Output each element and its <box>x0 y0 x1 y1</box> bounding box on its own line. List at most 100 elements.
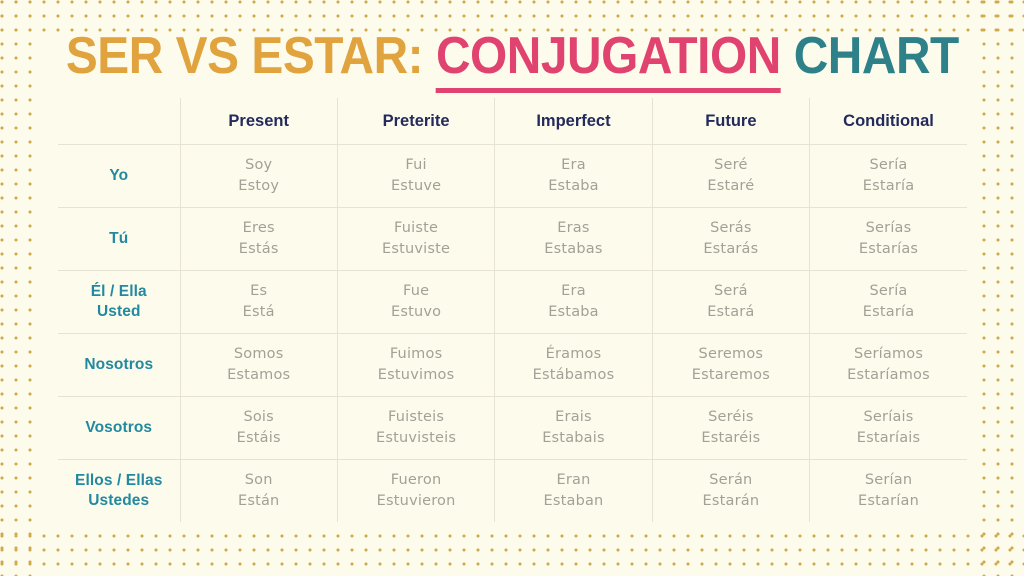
conjugation-table: Present Preterite Imperfect Future Condi… <box>58 98 967 522</box>
conjugation-cell: Soy Estoy <box>180 144 338 208</box>
column-header-present: Present <box>180 98 338 145</box>
estar-form: Estoy <box>238 178 280 194</box>
conjugation-cell: Éramos Estábamos <box>494 333 653 397</box>
estar-form: Estuvisteis <box>376 430 457 446</box>
ser-form: Fueron <box>390 471 442 488</box>
estar-form: Estaríais <box>856 430 921 446</box>
conjugation-cell: Fue Estuvo <box>337 270 496 334</box>
conjugation-cell: Seríamos Estaríamos <box>809 333 967 397</box>
ser-form: Eres <box>242 219 275 236</box>
pronoun-cell: Yo <box>58 144 181 208</box>
estar-form: Estaréis <box>701 430 761 446</box>
estar-form: Estaremos <box>691 367 770 383</box>
ser-form: Será <box>713 282 748 299</box>
table-body: Yo Soy Estoy Fui Estuve Era Estaba Seré Estaré Se… <box>58 144 967 522</box>
estar-form: Estás <box>238 241 279 257</box>
pronoun-cell: Tú <box>58 207 181 271</box>
dot-pattern-right <box>982 0 1024 576</box>
conjugation-cell: Eres Estás <box>180 207 338 271</box>
ser-form: Éramos <box>545 345 602 362</box>
ser-form: Era <box>561 156 586 173</box>
header-corner-cell <box>58 98 181 145</box>
estar-form: Estabais <box>542 430 605 446</box>
conjugation-cell: Somos Estamos <box>180 333 338 397</box>
ser-form: Seríamos <box>853 345 924 362</box>
conjugation-cell: Eran Estaban <box>494 459 653 522</box>
estar-form: Estaríamos <box>847 367 930 383</box>
ser-form: Serán <box>709 471 753 488</box>
pronoun-cell: Vosotros <box>58 396 181 460</box>
title-part-chart: CHART <box>793 27 959 85</box>
ser-form: Sería <box>869 282 908 299</box>
pronoun-line: Yo <box>109 166 129 184</box>
pronoun-line: Él / Ella <box>90 282 147 300</box>
ser-form: Serían <box>864 471 913 488</box>
conjugation-cell: Fuimos Estuvimos <box>337 333 496 397</box>
conjugation-cell: Es Está <box>180 270 338 334</box>
estar-form: Estuviste <box>382 241 451 257</box>
ser-form: Era <box>561 282 586 299</box>
conjugation-cell: Fui Estuve <box>337 144 496 208</box>
ser-form: Seremos <box>698 345 764 362</box>
conjugation-cell: Eras Estabas <box>494 207 653 271</box>
estar-form: Estarás <box>703 241 759 257</box>
pronoun-line: Nosotros <box>84 355 154 373</box>
estar-form: Estuve <box>390 178 442 194</box>
title-part-conjugation: CONJUGATION <box>435 27 781 93</box>
ser-form: Fuisteis <box>388 408 445 425</box>
conjugation-cell: Serías Estarías <box>809 207 967 271</box>
ser-form: Sois <box>243 408 274 425</box>
pronoun-line: Tú <box>109 229 129 247</box>
title-part-ser-vs-estar: SER VS ESTAR: <box>65 27 423 85</box>
ser-form: Somos <box>233 345 284 362</box>
conjugation-cell: Erais Estabais <box>494 396 653 460</box>
estar-form: Estarán <box>702 493 760 509</box>
estar-form: Estábamos <box>532 367 615 383</box>
estar-form: Estabas <box>544 241 603 257</box>
column-header-imperfect: Imperfect <box>494 98 653 145</box>
ser-form: Fue <box>402 282 430 299</box>
ser-form: Fuiste <box>394 219 439 236</box>
page-title: SER VS ESTAR: CONJUGATION CHART <box>0 27 1024 93</box>
estar-form: Estaría <box>862 178 915 194</box>
pronoun-cell: Nosotros <box>58 333 181 397</box>
estar-form: Estaba <box>548 304 599 320</box>
ser-form: Sería <box>869 156 908 173</box>
ser-form: Serías <box>865 219 912 236</box>
estar-form: Estuvieron <box>376 493 456 509</box>
header-row: Present Preterite Imperfect Future Condi… <box>58 98 967 145</box>
pronoun-line: Ellos / Ellas <box>75 471 163 489</box>
ser-form: Seré <box>714 156 748 173</box>
estar-form: Estaban <box>543 493 604 509</box>
conjugation-cell: Serás Estarás <box>652 207 811 271</box>
conjugation-cell: Fuisteis Estuvisteis <box>337 396 496 460</box>
table-header: Present Preterite Imperfect Future Condi… <box>58 98 967 145</box>
estar-form: Estarías <box>858 241 919 257</box>
ser-form: Es <box>250 282 268 299</box>
estar-form: Están <box>237 493 280 509</box>
ser-form: Son <box>244 471 273 488</box>
table-row: Ellos / Ellas Ustedes Son Están Fueron Estuvi… <box>58 459 967 522</box>
column-header-preterite: Preterite <box>337 98 496 145</box>
conjugation-cell: Seríais Estaríais <box>809 396 967 460</box>
conjugation-cell: Seréis Estaréis <box>652 396 811 460</box>
conjugation-cell: Seremos Estaremos <box>652 333 811 397</box>
conjugation-cell: Sois Estáis <box>180 396 338 460</box>
ser-form: Seríais <box>863 408 914 425</box>
column-header-conditional: Conditional <box>809 98 967 145</box>
conjugation-cell: Fueron Estuvieron <box>337 459 496 522</box>
ser-form: Serás <box>710 219 752 236</box>
conjugation-table-wrapper: Present Preterite Imperfect Future Condi… <box>58 98 967 522</box>
estar-form: Estuvo <box>390 304 442 320</box>
estar-form: Estará <box>707 304 755 320</box>
table-row: Yo Soy Estoy Fui Estuve Era Estaba Seré Estaré Se… <box>58 144 967 208</box>
estar-form: Estamos <box>227 367 291 383</box>
conjugation-cell: Sería Estaría <box>809 144 967 208</box>
conjugation-cell: Era Estaba <box>494 144 653 208</box>
table-row: Vosotros Sois Estáis Fuisteis Estuvisteis Era… <box>58 396 967 460</box>
ser-form: Soy <box>245 156 273 173</box>
conjugation-cell: Son Están <box>180 459 338 522</box>
poster-canvas: SER VS ESTAR: CONJUGATION CHART Present … <box>0 0 1024 576</box>
conjugation-cell: Era Estaba <box>494 270 653 334</box>
estar-form: Estarían <box>858 493 919 509</box>
